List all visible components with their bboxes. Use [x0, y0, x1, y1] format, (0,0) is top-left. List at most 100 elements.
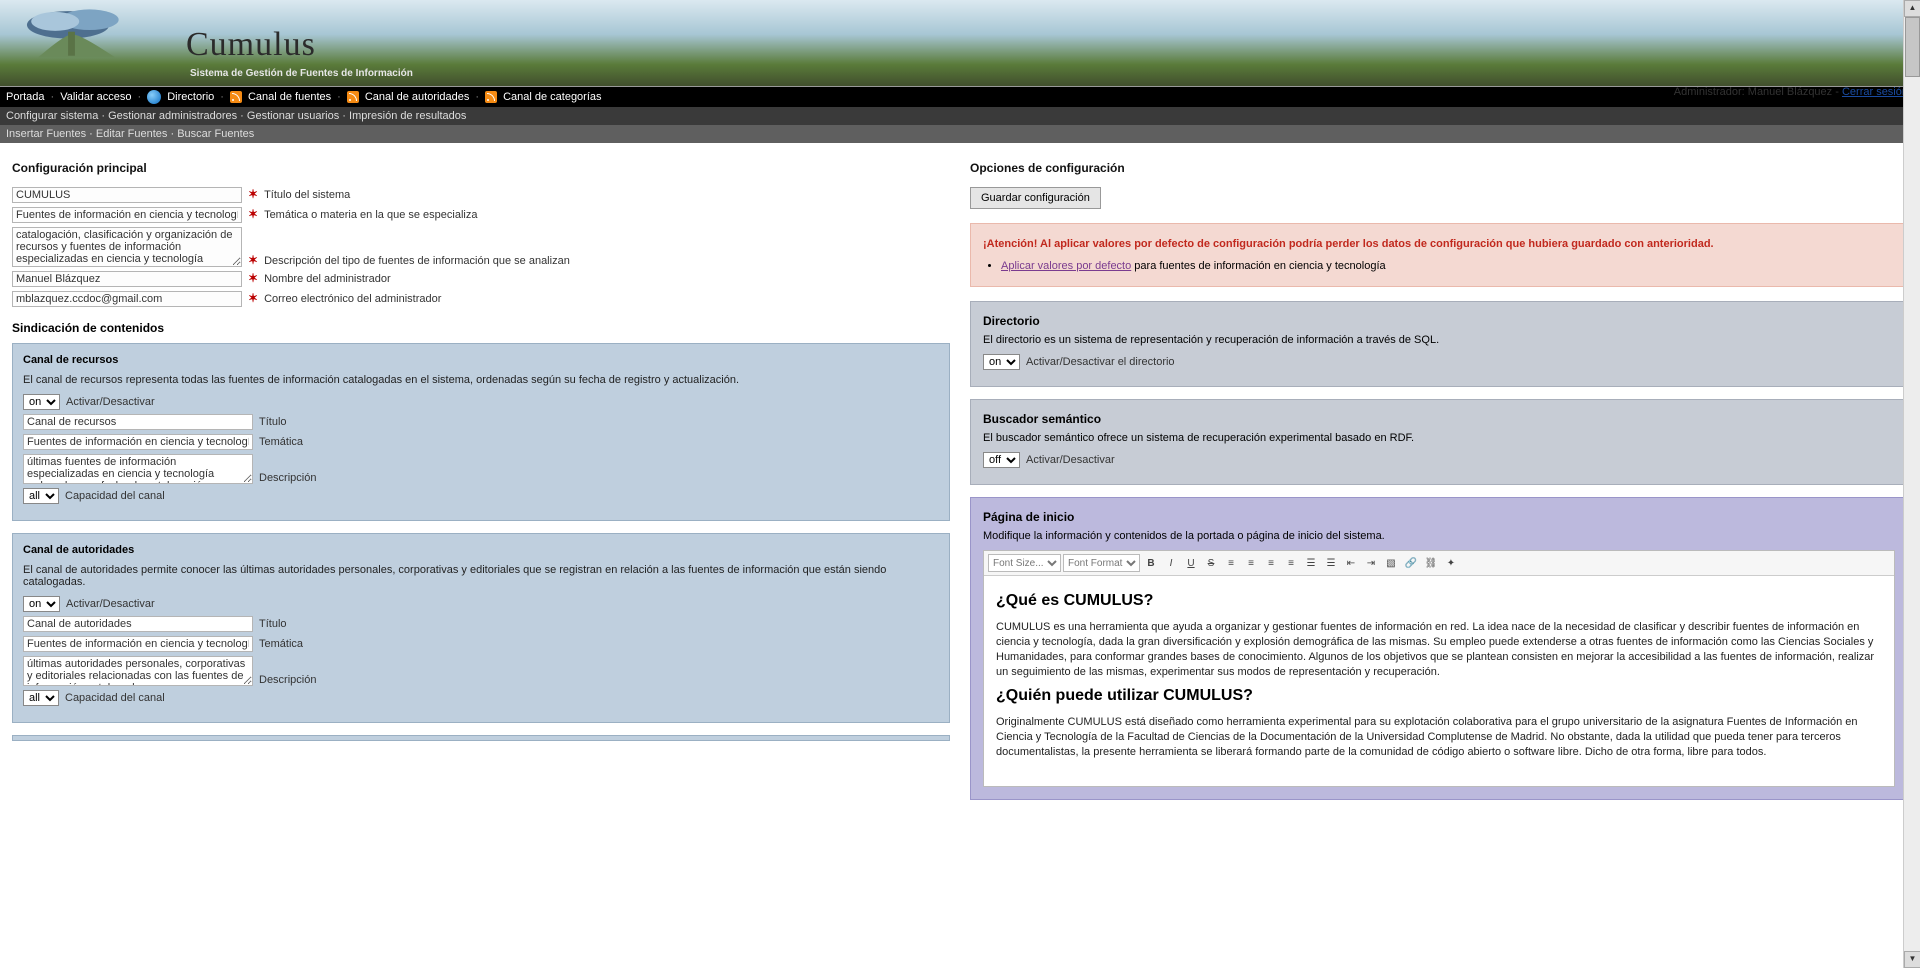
list-ol-icon[interactable]: ☰ — [1302, 554, 1320, 572]
recursos-titulo-label: Título — [259, 414, 287, 428]
nav-directorio[interactable]: Directorio — [167, 91, 214, 103]
autoridades-titulo-input[interactable] — [23, 616, 253, 632]
admin-strip: Administrador: Manuel Blázquez - Cerrar … — [1674, 86, 1908, 98]
autoridades-cap-select[interactable]: all — [23, 690, 59, 706]
apply-defaults-link[interactable]: Aplicar valores por defecto — [1001, 260, 1131, 272]
required-icon: ✶ — [248, 207, 258, 221]
autoridades-activar-select[interactable]: on — [23, 596, 60, 612]
clean-icon[interactable]: ✦ — [1442, 554, 1460, 572]
nav-portada[interactable]: Portada — [6, 91, 45, 103]
panel-pagina-inicio: Página de inicio Modifique la informació… — [970, 497, 1908, 800]
directorio-toggle-select[interactable]: on — [983, 354, 1020, 370]
brand-title: Cumulus — [186, 26, 316, 64]
directorio-title: Directorio — [983, 314, 1895, 328]
indent-icon[interactable]: ⇥ — [1362, 554, 1380, 572]
panel-buscador: Buscador semántico El buscador semántico… — [970, 399, 1908, 485]
nav-config-sistema[interactable]: Configurar sistema — [6, 110, 98, 122]
panel-directorio: Directorio El directorio es un sistema d… — [970, 301, 1908, 387]
image-icon[interactable]: ▧ — [1382, 554, 1400, 572]
recursos-tematica-label: Temática — [259, 434, 303, 448]
opciones-config-title: Opciones de configuración — [970, 161, 1908, 175]
nav-editar-fuentes[interactable]: Editar Fuentes — [96, 128, 168, 140]
align-center-icon[interactable]: ≡ — [1242, 554, 1260, 572]
config-principal-title: Configuración principal — [12, 161, 950, 175]
nav-secondary: Configurar sistema · Gestionar administr… — [0, 107, 1920, 125]
align-left-icon[interactable]: ≡ — [1222, 554, 1240, 572]
descripcion-textarea[interactable] — [12, 227, 242, 267]
nav-canal-autoridades[interactable]: Canal de autoridades — [365, 91, 470, 103]
bold-icon[interactable]: B — [1142, 554, 1160, 572]
required-icon: ✶ — [248, 187, 258, 201]
nav-gest-user[interactable]: Gestionar usuarios — [247, 110, 339, 122]
nav-validar[interactable]: Validar acceso — [60, 91, 131, 103]
nav-impresion[interactable]: Impresión de resultados — [349, 110, 466, 122]
underline-icon[interactable]: U — [1182, 554, 1200, 572]
recursos-cap-select[interactable]: all — [23, 488, 59, 504]
brand-subtitle: Sistema de Gestión de Fuentes de Informa… — [190, 68, 413, 79]
recursos-activar-label: Activar/Desactivar — [66, 394, 155, 408]
titulo-sistema-label: Título del sistema — [264, 187, 350, 201]
titulo-sistema-input[interactable] — [12, 187, 242, 203]
panel-canal-recursos: Canal de recursos El canal de recursos r… — [12, 343, 950, 521]
richtext-editor: Font Size... Font Format B I U S ≡ ≡ ≡ ≡… — [983, 550, 1895, 787]
strike-icon[interactable]: S — [1202, 554, 1220, 572]
descripcion-label: Descripción del tipo de fuentes de infor… — [264, 253, 570, 267]
admin-email-input[interactable] — [12, 291, 242, 307]
canal-autoridades-title: Canal de autoridades — [23, 544, 939, 556]
nav-canal-fuentes[interactable]: Canal de fuentes — [248, 91, 331, 103]
guardar-config-button[interactable]: Guardar configuración — [970, 187, 1101, 209]
autoridades-tematica-input[interactable] — [23, 636, 253, 652]
buscador-title: Buscador semántico — [983, 412, 1895, 426]
recursos-activar-select[interactable]: on — [23, 394, 60, 410]
nav-primary: Portada· Validar acceso· Directorio· Can… — [0, 87, 1920, 107]
recursos-titulo-input[interactable] — [23, 414, 253, 430]
directorio-desc: El directorio es un sistema de represent… — [983, 334, 1895, 346]
font-size-select[interactable]: Font Size... — [988, 554, 1061, 572]
nav-insertar-fuentes[interactable]: Insertar Fuentes — [6, 128, 86, 140]
scroll-down-icon[interactable]: ▼ — [1904, 951, 1920, 968]
autoridades-desc-label: Descripción — [259, 672, 316, 686]
autoridades-tematica-label: Temática — [259, 636, 303, 650]
directorio-toggle-label: Activar/Desactivar el directorio — [1026, 354, 1175, 368]
buscador-toggle-label: Activar/Desactivar — [1026, 452, 1115, 466]
nav-canal-categorias[interactable]: Canal de categorías — [503, 91, 601, 103]
globe-icon — [147, 90, 161, 104]
buscador-desc: El buscador semántico ofrece un sistema … — [983, 432, 1895, 444]
nav-gest-admin[interactable]: Gestionar administradores — [108, 110, 237, 122]
autoridades-titulo-label: Título — [259, 616, 287, 630]
editor-h1: ¿Qué es CUMULUS? — [996, 592, 1882, 610]
scroll-thumb[interactable] — [1905, 17, 1920, 77]
editor-p1: CUMULUS es una herramienta que ayuda a o… — [996, 620, 1882, 679]
editor-h2: ¿Quién puede utilizar CUMULUS? — [996, 687, 1882, 705]
required-icon: ✶ — [248, 253, 258, 267]
recursos-tematica-input[interactable] — [23, 434, 253, 450]
rss-icon — [485, 91, 497, 103]
buscador-toggle-select[interactable]: off — [983, 452, 1020, 468]
recursos-desc-label: Descripción — [259, 470, 316, 484]
logout-link[interactable]: Cerrar sesión — [1842, 86, 1908, 98]
editor-toolbar: Font Size... Font Format B I U S ≡ ≡ ≡ ≡… — [984, 551, 1894, 576]
canal-recursos-title: Canal de recursos — [23, 354, 939, 366]
autoridades-desc-textarea[interactable] — [23, 656, 253, 686]
tematica-label: Temática o materia en la que se especial… — [264, 207, 477, 221]
autoridades-cap-label: Capacidad del canal — [65, 690, 165, 704]
list-ul-icon[interactable]: ☰ — [1322, 554, 1340, 572]
unlink-icon[interactable]: ⛓ — [1422, 554, 1440, 572]
nav-tertiary: Insertar Fuentes · Editar Fuentes · Busc… — [0, 125, 1920, 143]
logo-cloud-icon — [12, 6, 167, 66]
link-icon[interactable]: 🔗 — [1402, 554, 1420, 572]
nav-buscar-fuentes[interactable]: Buscar Fuentes — [177, 128, 254, 140]
canal-recursos-desc: El canal de recursos representa todas la… — [23, 374, 939, 386]
outer-scrollbar[interactable]: ▲ ▼ — [1903, 0, 1920, 968]
align-right-icon[interactable]: ≡ — [1262, 554, 1280, 572]
italic-icon[interactable]: I — [1162, 554, 1180, 572]
recursos-desc-textarea[interactable] — [23, 454, 253, 484]
font-format-select[interactable]: Font Format — [1063, 554, 1140, 572]
admin-nombre-input[interactable] — [12, 271, 242, 287]
outdent-icon[interactable]: ⇤ — [1342, 554, 1360, 572]
scroll-up-icon[interactable]: ▲ — [1904, 0, 1920, 17]
tematica-input[interactable] — [12, 207, 242, 223]
align-justify-icon[interactable]: ≡ — [1282, 554, 1300, 572]
canal-autoridades-desc: El canal de autoridades permite conocer … — [23, 564, 939, 588]
editor-body[interactable]: ¿Qué es CUMULUS? CUMULUS es una herramie… — [984, 576, 1894, 786]
